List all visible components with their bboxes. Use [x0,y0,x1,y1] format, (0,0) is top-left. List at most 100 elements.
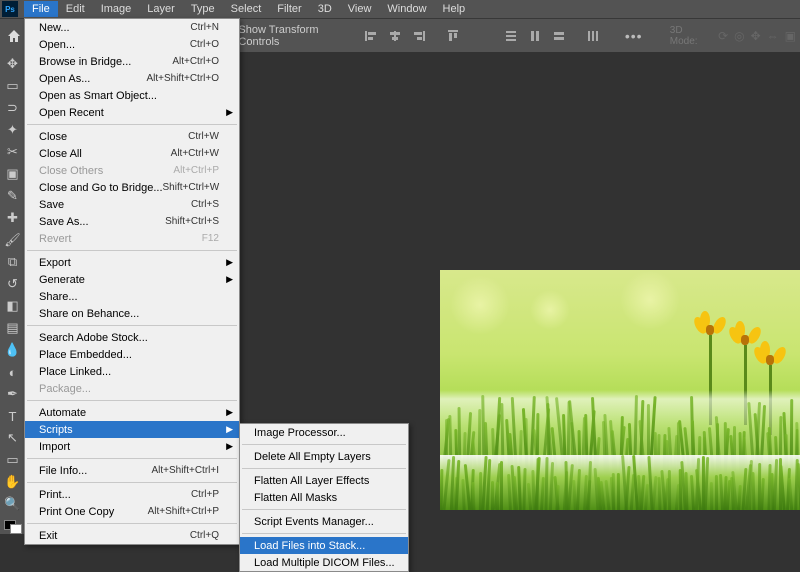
show-transform-checkbox[interactable]: Show Transform Controls [221,24,346,48]
file-menu-open-as[interactable]: Open As...Alt+Shift+Ctrl+O [25,70,239,87]
file-menu-search-adobe-stock[interactable]: Search Adobe Stock... [25,329,239,346]
gradient-tool[interactable]: ▤ [1,318,25,338]
file-menu-place-linked[interactable]: Place Linked... [25,363,239,380]
file-menu-open-as-smart-object[interactable]: Open as Smart Object... [25,87,239,104]
align-center-h-icon[interactable] [384,25,406,47]
move-tool[interactable]: ✥ [1,54,25,74]
scripts-menu-script-events-manager[interactable]: Script Events Manager... [240,513,408,530]
file-menu-file-info[interactable]: File Info...Alt+Shift+Ctrl+I [25,462,239,479]
more-options-icon[interactable]: ••• [624,25,643,47]
file-menu-exit[interactable]: ExitCtrl+Q [25,527,239,544]
menu-select[interactable]: Select [223,1,270,17]
slide-3d-icon[interactable]: ⇔ [767,29,779,43]
file-menu-open-recent[interactable]: Open Recent▶ [25,104,239,121]
file-menu-open[interactable]: Open...Ctrl+O [25,36,239,53]
path-tool[interactable]: ↖ [1,428,25,448]
scripts-menu-delete-all-empty-layers[interactable]: Delete All Empty Layers [240,448,408,465]
file-menu-label: Save [39,199,191,211]
home-icon[interactable] [4,25,23,47]
distribute-v-icon[interactable] [524,25,546,47]
submenu-arrow-icon: ▶ [226,257,233,268]
distribute-top-icon[interactable] [500,25,522,47]
file-menu-separator [27,400,237,401]
menu-filter[interactable]: Filter [269,1,309,17]
submenu-arrow-icon: ▶ [226,274,233,285]
file-menu-label: Open... [39,39,190,51]
file-menu-share[interactable]: Share... [25,288,239,305]
file-menu-shortcut: Alt+Ctrl+P [173,165,219,176]
canvas-image [440,270,800,510]
heal-tool[interactable]: ✚ [1,208,25,228]
file-menu-save[interactable]: SaveCtrl+S [25,196,239,213]
file-menu-scripts[interactable]: Scripts▶ [25,421,239,438]
file-menu-new[interactable]: New...Ctrl+N [25,19,239,36]
scripts-menu-flatten-all-layer-effects[interactable]: Flatten All Layer Effects [240,472,408,489]
file-menu-browse-in-bridge[interactable]: Browse in Bridge...Alt+Ctrl+O [25,53,239,70]
menu-3d[interactable]: 3D [310,1,340,17]
scripts-menu-label: Flatten All Layer Effects [254,475,388,487]
align-left-icon[interactable] [360,25,382,47]
file-menu-close-all[interactable]: Close AllAlt+Ctrl+W [25,145,239,162]
marquee-tool[interactable]: ▭ [1,76,25,96]
file-menu-print[interactable]: Print...Ctrl+P [25,486,239,503]
file-menu-label: Automate [39,407,219,419]
app-logo: Ps [2,1,18,17]
menu-window[interactable]: Window [379,1,434,17]
color-swatches[interactable] [4,520,22,534]
type-tool[interactable]: T [1,406,25,426]
blur-tool[interactable]: 💧 [1,340,25,360]
file-menu-generate[interactable]: Generate▶ [25,271,239,288]
menu-file[interactable]: File [24,1,58,17]
eraser-tool[interactable]: ◧ [1,296,25,316]
file-menu-share-on-behance[interactable]: Share on Behance... [25,305,239,322]
file-menu-export[interactable]: Export▶ [25,254,239,271]
submenu-arrow-icon: ▶ [226,424,233,435]
align-right-icon[interactable] [408,25,430,47]
crop-tool[interactable]: ✂ [1,142,25,162]
brush-tool[interactable]: 🖌 [1,230,25,250]
rect-tool[interactable]: ▭ [1,450,25,470]
scripts-menu-load-multiple-dicom-files[interactable]: Load Multiple DICOM Files... [240,554,408,571]
file-menu-separator [27,523,237,524]
menu-help[interactable]: Help [435,1,474,17]
frame-tool[interactable]: ▣ [1,164,25,184]
file-menu-revert: RevertF12 [25,230,239,247]
orbit-3d-icon[interactable]: ⟳ [718,29,728,43]
pen-tool[interactable]: ✒ [1,384,25,404]
file-menu-print-one-copy[interactable]: Print One CopyAlt+Shift+Ctrl+P [25,503,239,520]
wand-tool[interactable]: ✦ [1,120,25,140]
distribute-h-icon[interactable] [548,25,570,47]
menu-image[interactable]: Image [93,1,140,17]
scripts-menu-image-processor[interactable]: Image Processor... [240,424,408,441]
scripts-menu-flatten-all-masks[interactable]: Flatten All Masks [240,489,408,506]
distribute-spacing-icon[interactable] [582,25,604,47]
file-menu-label: Save As... [39,216,165,228]
file-menu-automate[interactable]: Automate▶ [25,404,239,421]
menu-layer[interactable]: Layer [139,1,183,17]
menu-type[interactable]: Type [183,1,223,17]
zoom-tool[interactable]: 🔍 [1,494,25,514]
scripts-menu-load-files-into-stack[interactable]: Load Files into Stack... [240,537,408,554]
hand-tool[interactable]: ✋ [1,472,25,492]
stamp-tool[interactable]: ⧉ [1,252,25,272]
history-tool[interactable]: ↺ [1,274,25,294]
file-menu-label: Open as Smart Object... [39,90,219,102]
menu-view[interactable]: View [340,1,380,17]
align-top-icon[interactable] [442,25,464,47]
scripts-menu-label: Image Processor... [254,427,388,439]
pan-3d-icon[interactable]: ✥ [751,29,761,43]
file-menu-place-embedded[interactable]: Place Embedded... [25,346,239,363]
file-menu-close-others: Close OthersAlt+Ctrl+P [25,162,239,179]
menu-edit[interactable]: Edit [58,1,93,17]
lasso-tool[interactable]: ⊃ [1,98,25,118]
file-menu-close-and-go-to-bridge[interactable]: Close and Go to Bridge...Shift+Ctrl+W [25,179,239,196]
roll-3d-icon[interactable]: ◎ [734,29,744,43]
dodge-tool[interactable]: ◐ [1,362,25,382]
zoom-3d-icon[interactable]: ▣ [785,29,796,43]
file-menu-import[interactable]: Import▶ [25,438,239,455]
file-menu-save-as[interactable]: Save As...Shift+Ctrl+S [25,213,239,230]
file-menu-shortcut: Ctrl+Q [190,530,219,541]
file-menu-close[interactable]: CloseCtrl+W [25,128,239,145]
file-menu-label: New... [39,22,190,34]
eyedrop-tool[interactable]: ✎ [1,186,25,206]
